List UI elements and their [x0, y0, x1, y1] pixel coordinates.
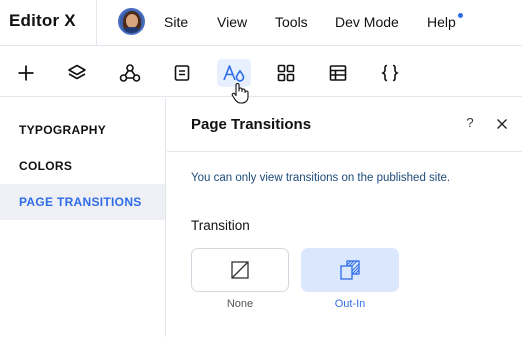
menu-item-dev-mode[interactable]: Dev Mode: [335, 14, 399, 30]
connections-button[interactable]: [113, 59, 147, 87]
panel-divider: [167, 151, 522, 152]
close-icon: [497, 119, 507, 129]
menu-item-help[interactable]: Help: [427, 14, 456, 30]
menu-item-tools[interactable]: Tools: [275, 14, 308, 30]
pages-icon: [174, 65, 190, 81]
panel-title: Page Transitions: [191, 116, 312, 133]
apps-grid-icon: [277, 64, 295, 82]
plus-icon: [18, 65, 34, 81]
menu-divider: [96, 0, 97, 46]
out-in-transition-icon: [340, 260, 360, 280]
design-icon: [223, 65, 245, 82]
sidebar-item-typography[interactable]: TYPOGRAPHY: [0, 112, 165, 148]
sidebar-item-page-transitions[interactable]: PAGE TRANSITIONS: [0, 184, 165, 220]
apps-button[interactable]: [269, 59, 303, 87]
menu-item-view[interactable]: View: [217, 14, 247, 30]
none-transition-icon: [231, 261, 249, 279]
code-button[interactable]: [373, 59, 407, 87]
page-transitions-panel: Page Transitions ? You can only view tra…: [167, 98, 522, 337]
design-sidebar: TYPOGRAPHY COLORS PAGE TRANSITIONS: [0, 98, 166, 337]
help-button[interactable]: ?: [463, 115, 477, 133]
close-button[interactable]: [495, 117, 509, 131]
transition-option-none[interactable]: [191, 248, 289, 292]
help-notification-dot: [458, 13, 463, 18]
layers-icon: [68, 64, 86, 80]
add-button[interactable]: [9, 59, 43, 87]
transition-section-label: Transition: [191, 218, 250, 233]
published-site-notice: You can only view transitions on the pub…: [191, 172, 451, 184]
code-braces-icon: [381, 64, 399, 82]
editor-x-logo: Editor X: [9, 11, 76, 30]
avatar[interactable]: [118, 8, 145, 35]
transition-option-out-in-label: Out-In: [334, 298, 366, 310]
top-menu-bar: Editor X Site View Tools Dev Mode Help: [0, 0, 522, 46]
cms-table-button[interactable]: [321, 59, 355, 87]
layers-button[interactable]: [60, 59, 94, 87]
transition-option-none-label: None: [226, 298, 254, 310]
connections-icon: [119, 64, 141, 82]
table-icon: [329, 65, 347, 81]
transition-option-out-in[interactable]: [301, 248, 399, 292]
menu-item-site[interactable]: Site: [164, 14, 188, 30]
sidebar-item-colors[interactable]: COLORS: [0, 148, 165, 184]
toolbar: [0, 47, 522, 97]
pages-button[interactable]: [165, 59, 199, 87]
